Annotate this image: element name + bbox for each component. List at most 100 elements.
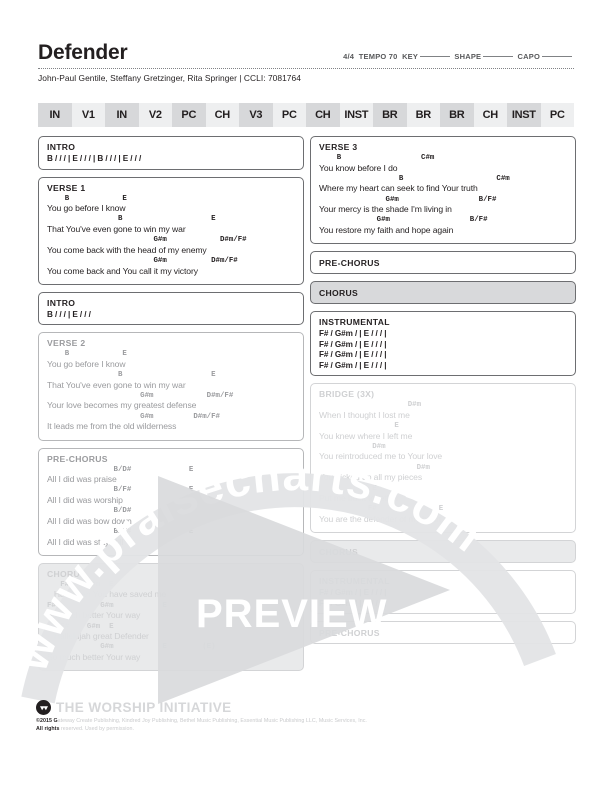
lyric-row: Your mercy is the shade I'm living in	[319, 204, 452, 215]
structure-cell-v2-3[interactable]: V2	[138, 103, 172, 127]
chord-progression: B / / / | E / / / | B / / / | E / / /	[47, 154, 142, 163]
chord-row: B E	[47, 194, 127, 203]
chord-row: B/F# E	[47, 486, 194, 495]
structure-cell-pc-4[interactable]: PC	[172, 103, 206, 127]
chord-row: D#m	[319, 442, 386, 451]
chord-lines: F# / G#m / | E / / / | F# / G#m / | E / /…	[319, 588, 567, 609]
section-label: CHORUS	[319, 547, 359, 558]
structure-cell-ch-8[interactable]: CH	[306, 103, 340, 127]
section-label: VERSE 3	[319, 142, 358, 152]
lyric-row: Hallelujah You have saved me	[47, 589, 167, 600]
chord-row: B/D# E	[47, 507, 194, 516]
chord-lyric-pair: F# G#m E So much better Your way	[47, 602, 295, 621]
chord-row: B/D# E	[47, 465, 194, 474]
chord-lyric-pair: G#m B/F# Your mercy is the shade I'm livi…	[319, 196, 567, 215]
lyric-row: All I did was worship	[47, 494, 123, 505]
section-label: PRE-CHORUS	[319, 258, 380, 269]
song-structure-bar: IN V1 IN V2 PC CH V3 PC CH INST BR BR BR CH INST PC	[38, 103, 574, 127]
song-chart-page: Defender 4/4 TEMPO 70 KEY SHAPE CAPO Joh…	[0, 0, 612, 792]
lyric-row: You go before I know	[47, 203, 126, 214]
chord-lyric-pair: G#m B/F# You restore my faith and hope ag…	[319, 216, 567, 235]
chord-row: F# G#m E	[47, 601, 167, 610]
lyric-row: You come back with the head of my enemy	[47, 244, 207, 255]
chord-lyric-pair: F# E You are the defender of my heart	[319, 505, 567, 524]
lyric-lines: D#m When I thought I lost me E You knew wh…	[319, 401, 567, 524]
chord-progression: F# / G#m / | E / / / |	[319, 588, 387, 598]
copyright-text: ©2015 Gateway Create Publishing, Kindred…	[36, 718, 576, 734]
chord-lyric-pair: B/F# E All I did was worship	[47, 486, 295, 505]
section-verse-3: VERSE 3 B C#m You know before I do B C#m W…	[310, 136, 576, 245]
right-column: VERSE 3 B C#m You know before I do B C#m W…	[310, 136, 576, 651]
structure-cell-inst-9[interactable]: INST	[339, 103, 373, 127]
section-instrumental-1: INSTRUMENTAL F# / G#m / | E / / / | F# / …	[310, 311, 576, 377]
section-label: CHORUS	[47, 568, 87, 579]
key-blank	[420, 56, 451, 57]
chord-progression: B / / / | E / / /	[47, 309, 91, 319]
chord-row: F# G#m E	[47, 580, 114, 589]
chord-row: F# E	[319, 505, 444, 514]
lyric-row: So much better Your way	[47, 651, 141, 662]
structure-cell-br-11[interactable]: BR	[406, 103, 440, 127]
section-label: BRIDGE (3X)	[319, 389, 375, 400]
section-intro-1: INTRO B / / / | E / / / | B / / / | E / …	[38, 136, 304, 170]
left-column: INTRO B / / / | E / / / | B / / / | E / …	[38, 136, 304, 678]
structure-cell-br-12[interactable]: BR	[440, 103, 474, 127]
rights-rest: reserved. Used by permission.	[59, 725, 134, 732]
structure-cell-br-10[interactable]: BR	[373, 103, 407, 127]
copyright-year: ©2015 G	[36, 718, 58, 724]
lyric-row: So much better Your way	[47, 610, 141, 621]
chord-row: B/F# E	[47, 528, 194, 537]
dove-glyph-icon	[39, 705, 48, 710]
chord-lyric-pair: B C#m Where my heart can seek to find You…	[319, 175, 567, 194]
lyric-row: Your love becomes my greatest defense	[47, 400, 197, 411]
title-row: Defender 4/4 TEMPO 70 KEY SHAPE CAPO	[38, 42, 574, 65]
structure-cell-ch-5[interactable]: CH	[205, 103, 239, 127]
section-chorus-right-2: CHORUS	[310, 540, 576, 564]
section-instrumental-2: INSTRUMENTAL F# / G#m / | E / / / | F# / …	[310, 570, 576, 615]
chart-footer: THE WORSHIP INITIATIVE ©2015 Gateway Cre…	[36, 700, 576, 734]
lyric-row: Where my heart can seek to find Your tru…	[319, 183, 478, 194]
chord-row: E	[319, 484, 377, 493]
lyric-row: That You've even gone to win my war	[47, 379, 186, 390]
structure-cell-pc-15[interactable]: PC	[540, 103, 574, 127]
chord-lyric-pair: F# G#m E Hallelujah great Defender	[47, 623, 295, 642]
chord-row: F# G#m E	[47, 622, 114, 631]
chord-lyric-pair: D#m You reintroduced me to Your love	[319, 443, 567, 462]
section-prechorus-right-1: PRE-CHORUS	[310, 251, 576, 275]
structure-cell-v1-1[interactable]: V1	[71, 103, 105, 127]
chord-row: B C#m	[319, 174, 510, 183]
structure-cell-ch-13[interactable]: CH	[473, 103, 507, 127]
chord-row: G#m D#m/F#	[47, 236, 247, 245]
structure-cell-in-0[interactable]: IN	[38, 103, 72, 127]
chord-progression: F# / G#m / | E / / / |	[319, 339, 387, 349]
copyright-line-2: All rights reserved. Used by permission.	[36, 726, 576, 734]
lyric-row: When I thought I lost me	[319, 409, 410, 420]
worship-initiative-logo-icon	[36, 700, 51, 715]
chord-row: D#m	[319, 463, 430, 472]
tempo-value: 70	[388, 52, 398, 61]
section-intro-2: INTRO B / / / | E / / /	[38, 291, 304, 326]
lyric-row: You come back and You call it my victory	[47, 265, 198, 276]
section-verse-1: VERSE 1 B E You go before I know B E That …	[38, 176, 304, 285]
tempo-label: TEMPO	[358, 52, 387, 61]
chord-row: F# G#m E (E)	[47, 643, 216, 652]
lyric-row: Put me back together	[319, 493, 399, 504]
chord-lyric-pair: E You knew where I left me	[319, 422, 567, 441]
structure-cell-pc-7[interactable]: PC	[272, 103, 306, 127]
chord-row: B C#m	[319, 154, 435, 162]
brand-name: THE WORSHIP INITIATIVE	[56, 700, 232, 715]
lyric-row: That You've even gone to win my war	[47, 223, 186, 234]
section-prechorus-right-2: PRE-CHORUS	[310, 621, 576, 645]
structure-cell-in-2[interactable]: IN	[105, 103, 139, 127]
chord-progression: F# / G#m / | E / / / |	[319, 598, 387, 608]
capo-blank	[542, 56, 572, 57]
chord-lyric-pair: G#m D#m/F# Your love becomes my greatest …	[47, 392, 295, 411]
lyric-lines: B E You go before I know B E That You've e…	[47, 350, 295, 431]
shape-blank	[483, 56, 514, 57]
structure-cell-inst-14[interactable]: INST	[507, 103, 541, 127]
chord-lyric-pair: F# G#m E Hallelujah You have saved me	[47, 581, 295, 600]
structure-cell-v3-6[interactable]: V3	[239, 103, 273, 127]
chart-meta: 4/4 TEMPO 70 KEY SHAPE CAPO	[343, 52, 574, 65]
key-label: KEY	[402, 52, 419, 61]
section-label: VERSE 2	[47, 338, 86, 349]
